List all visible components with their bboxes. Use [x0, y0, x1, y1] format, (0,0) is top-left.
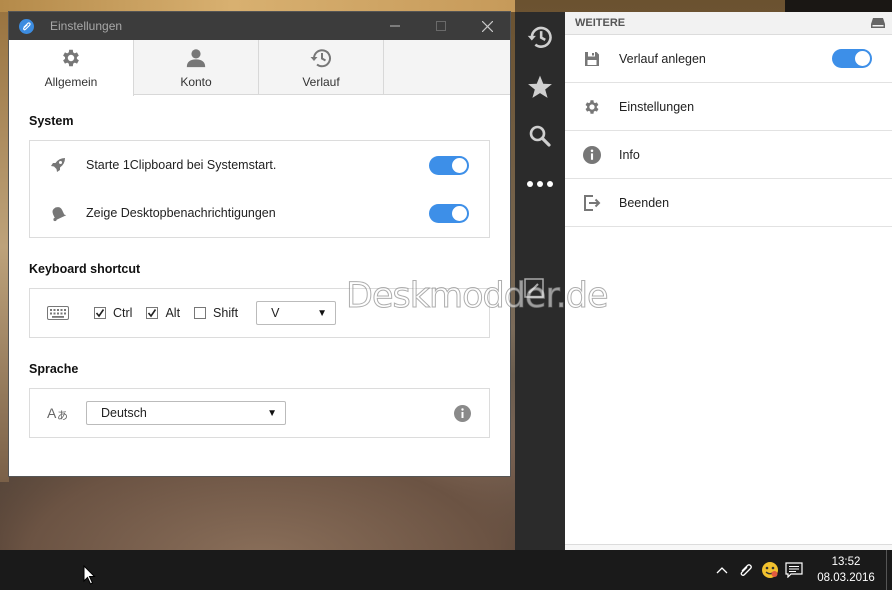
taskbar-clock[interactable]: 13:52 08.03.2016	[810, 554, 882, 586]
svg-text:あ: あ	[57, 409, 68, 422]
clock-time: 13:52	[831, 556, 861, 568]
svg-text:A: A	[47, 405, 57, 421]
search-icon	[529, 125, 551, 147]
info-icon	[565, 145, 619, 164]
notification-center-icon[interactable]	[782, 550, 806, 590]
user-icon	[186, 48, 206, 67]
shortcut-key-select[interactable]: V ▼	[256, 301, 337, 325]
window-titlebar[interactable]: Einstellungen	[9, 12, 510, 40]
history-icon	[527, 26, 552, 48]
show-desktop-button[interactable]	[886, 550, 892, 590]
shift-checkbox[interactable]	[194, 307, 207, 319]
toggle-knob	[855, 51, 870, 66]
notifications-row: Zeige Desktopbenachrichtigungen	[30, 189, 489, 237]
menu-item-label: Beenden	[619, 195, 670, 210]
notifications-label: Zeige Desktopbenachrichtigungen	[86, 206, 276, 220]
gear-icon	[63, 49, 79, 67]
minimize-button[interactable]	[372, 12, 418, 40]
exit-icon	[565, 194, 619, 212]
gear-icon	[565, 98, 619, 116]
settings-window: Einstellungen Allgemein Konto Verlauf Sy…	[9, 12, 510, 476]
more-panel: WEITERE Verlauf anlegen Einstellungen In…	[565, 12, 892, 550]
close-icon	[481, 20, 493, 32]
clock-date: 08.03.2016	[817, 572, 875, 584]
pen-icon	[524, 278, 544, 301]
more-panel-header: WEITERE	[565, 12, 892, 35]
language-card: A あ Deutsch ▼	[29, 388, 490, 438]
paperclip-icon	[19, 18, 34, 34]
mouse-cursor-icon	[83, 564, 97, 588]
startup-toggle[interactable]	[429, 155, 469, 175]
watermark-text: Deskmodder.de	[346, 276, 610, 317]
bell-icon	[30, 204, 86, 222]
close-button[interactable]	[464, 12, 510, 40]
smiley-icon[interactable]	[758, 550, 782, 590]
menu-item-label: Info	[619, 147, 640, 162]
dropdown-arrow-icon: ▼	[267, 407, 277, 419]
keyboard-icon	[30, 306, 86, 320]
ctrl-checkbox[interactable]	[94, 307, 106, 319]
settings-tabs: Allgemein Konto Verlauf	[9, 40, 510, 96]
taskbar: 13:52 08.03.2016	[0, 550, 892, 590]
section-title-shortcut: Keyboard shortcut	[29, 262, 141, 276]
wallpaper-top-strip	[0, 0, 515, 12]
nav-more-button[interactable]	[515, 180, 565, 188]
tab-verlauf[interactable]: Verlauf	[259, 40, 384, 95]
minimize-icon	[390, 25, 400, 27]
menu-item-beenden[interactable]: Beenden	[565, 179, 892, 227]
tab-allgemein[interactable]: Allgemein	[9, 40, 134, 96]
rocket-icon	[30, 156, 86, 174]
ctrl-label: Ctrl	[113, 306, 133, 320]
menu-item-einstellungen[interactable]: Einstellungen	[565, 83, 892, 131]
verlauf-anlegen-toggle[interactable]	[832, 49, 872, 68]
language-select[interactable]: Deutsch ▼	[86, 401, 286, 425]
translate-icon: A あ	[30, 404, 86, 422]
chevron-up-icon[interactable]	[710, 550, 734, 590]
tab-konto[interactable]: Konto	[134, 40, 259, 95]
dropdown-arrow-icon: ▼	[317, 307, 328, 319]
nav-search-button[interactable]	[515, 124, 565, 148]
info-icon[interactable]	[454, 405, 471, 425]
maximize-button[interactable]	[418, 12, 464, 40]
drive-icon[interactable]	[870, 17, 886, 32]
menu-item-verlauf-anlegen[interactable]: Verlauf anlegen	[565, 35, 892, 83]
alt-checkbox[interactable]	[146, 307, 159, 319]
toggle-knob	[452, 205, 467, 221]
startup-row: Starte 1Clipboard bei Systemstart.	[30, 141, 489, 189]
checkmark-icon	[95, 309, 105, 318]
language-row: A あ Deutsch ▼	[30, 389, 489, 437]
shortcut-key-value: V	[271, 306, 280, 320]
maximize-icon	[436, 21, 446, 31]
tab-label: Verlauf	[302, 74, 340, 89]
more-icon	[527, 181, 553, 187]
menu-item-info[interactable]: Info	[565, 131, 892, 179]
language-value: Deutsch	[101, 406, 147, 420]
paperclip-icon[interactable]	[734, 550, 758, 590]
more-panel-title: WEITERE	[575, 17, 626, 29]
history-icon	[310, 48, 331, 67]
menu-item-label: Einstellungen	[619, 99, 695, 114]
save-icon	[565, 51, 619, 67]
startup-label: Starte 1Clipboard bei Systemstart.	[86, 158, 277, 172]
alt-label: Alt	[165, 306, 181, 320]
nav-favorites-button[interactable]	[515, 74, 565, 100]
wallpaper-left-strip	[0, 12, 9, 482]
tab-label: Konto	[180, 74, 212, 89]
section-title-system: System	[29, 114, 74, 128]
shift-label: Shift	[213, 306, 239, 320]
section-title-language: Sprache	[29, 362, 79, 376]
menu-item-label: Verlauf anlegen	[619, 51, 706, 66]
toggle-knob	[452, 157, 467, 173]
wallpaper-right-strip	[785, 0, 892, 12]
tab-label: Allgemein	[44, 75, 98, 89]
notifications-toggle[interactable]	[429, 203, 469, 223]
nav-history-button[interactable]	[515, 24, 565, 50]
window-title: Einstellungen	[50, 19, 123, 33]
star-icon	[528, 75, 552, 98]
checkmark-icon	[148, 309, 157, 318]
system-tray: 13:52 08.03.2016	[710, 550, 892, 590]
system-card: Starte 1Clipboard bei Systemstart. Zeige…	[29, 140, 490, 238]
